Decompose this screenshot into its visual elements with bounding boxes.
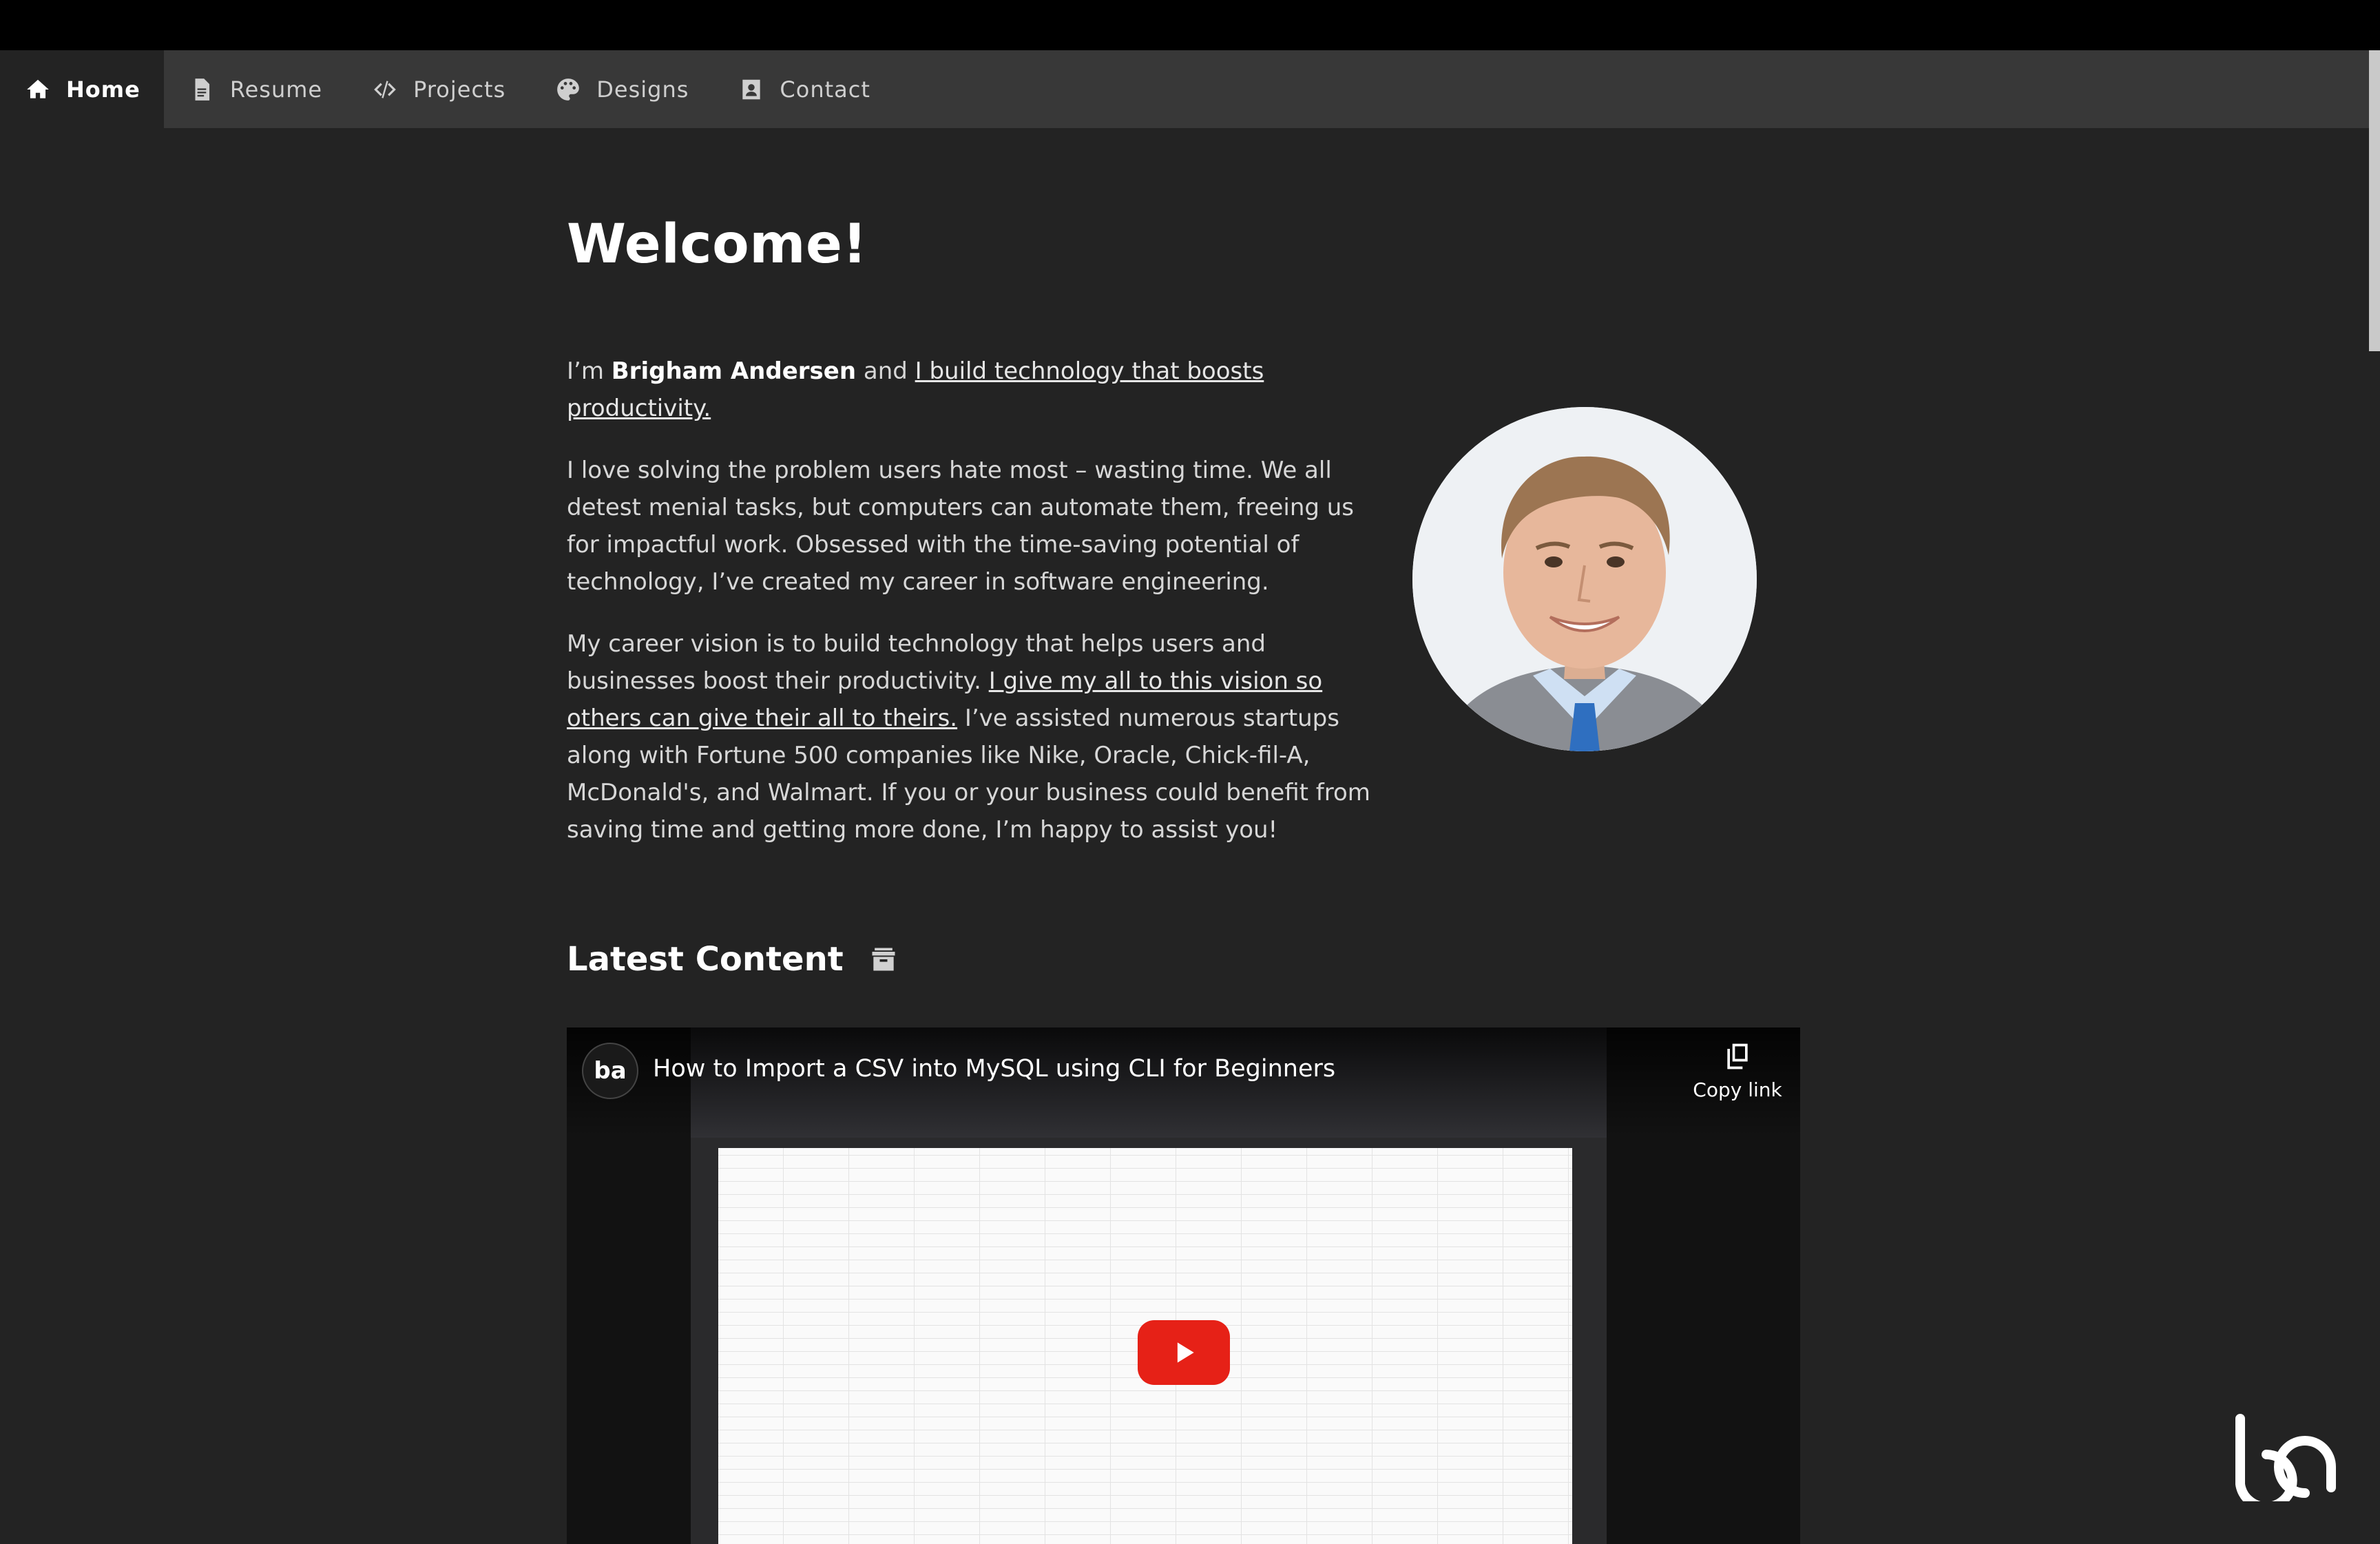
nav-item-label: Contact bbox=[780, 76, 870, 103]
video-title-gradient bbox=[567, 1027, 1800, 1138]
nav-item-label: Projects bbox=[413, 76, 506, 103]
intro-middle: and bbox=[856, 357, 915, 385]
nav-item-label: Home bbox=[66, 76, 140, 103]
main-nav: Home Resume Projects Designs Contact bbox=[0, 50, 2369, 128]
nav-item-label: Resume bbox=[229, 76, 323, 103]
latest-content-title: Latest Content bbox=[567, 940, 844, 979]
code-icon bbox=[374, 80, 396, 98]
vision-paragraph: My career vision is to build technology … bbox=[567, 625, 1376, 848]
browser-top-bar bbox=[0, 0, 2380, 50]
home-icon bbox=[27, 79, 49, 98]
archive-icon bbox=[872, 948, 895, 971]
ba-watermark-logo bbox=[2235, 1414, 2336, 1501]
nav-item-home[interactable]: Home bbox=[0, 50, 164, 128]
play-icon bbox=[1177, 1342, 1194, 1363]
about-paragraph: I love solving the problem users hate mo… bbox=[567, 457, 1355, 596]
document-icon bbox=[195, 78, 209, 101]
palette-icon bbox=[557, 78, 580, 101]
video-title[interactable]: How to Import a CSV into MySQL using CLI… bbox=[653, 1055, 1335, 1083]
intro-paragraph: I’m Brigham Andersen and I build technol… bbox=[567, 353, 1376, 427]
author-name: Brigham Andersen bbox=[611, 357, 857, 385]
copy-link-label: Copy link bbox=[1693, 1078, 1782, 1101]
contact-card-icon bbox=[742, 79, 761, 99]
page-scrollbar-thumb[interactable] bbox=[2369, 50, 2380, 351]
profile-photo-illustration bbox=[1412, 407, 1757, 751]
nav-item-resume[interactable]: Resume bbox=[164, 50, 347, 128]
copy-link-button[interactable]: Copy link bbox=[1689, 1041, 1786, 1101]
nav-item-designs[interactable]: Designs bbox=[530, 50, 713, 128]
copy-icon bbox=[1727, 1043, 1748, 1070]
channel-logo[interactable]: ba bbox=[582, 1043, 638, 1099]
page-title: Welcome! bbox=[567, 213, 868, 275]
intro-text: I’m Brigham Andersen and I build technol… bbox=[567, 353, 1376, 873]
nav-item-projects[interactable]: Projects bbox=[347, 50, 530, 128]
nav-item-label: Designs bbox=[596, 76, 689, 103]
profile-photo bbox=[1412, 407, 1757, 751]
intro-prefix: I’m bbox=[567, 357, 612, 385]
video-thumbnail[interactable] bbox=[567, 1027, 1800, 1544]
nav-item-contact[interactable]: Contact bbox=[713, 50, 895, 128]
youtube-embed[interactable]: ba How to Import a CSV into MySQL using … bbox=[567, 1027, 1800, 1544]
latest-content-header: Latest Content bbox=[567, 940, 899, 979]
play-button[interactable] bbox=[1138, 1320, 1230, 1385]
